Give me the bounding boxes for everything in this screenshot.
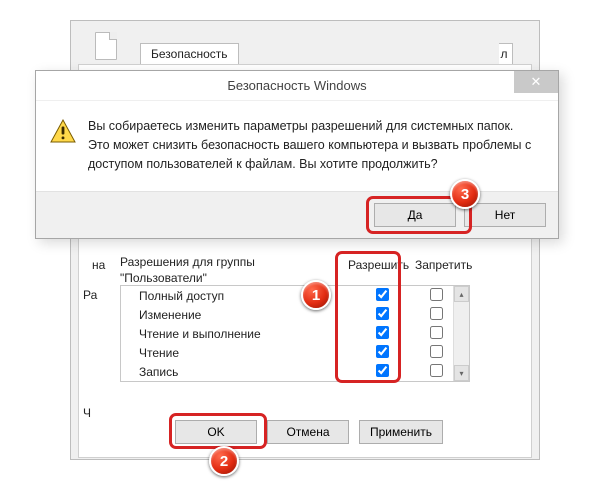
scroll-up-icon[interactable]: ▴ — [454, 286, 469, 302]
truncated-label-na: на — [92, 258, 118, 272]
column-header-allow: Разрешить — [348, 258, 409, 272]
allow-checkbox-read-execute[interactable] — [376, 326, 389, 339]
permission-row: Изменение — [121, 305, 469, 324]
permission-row: Полный доступ — [121, 286, 469, 305]
permissions-group-label: Разрешения для группы "Пользователи" — [120, 254, 310, 286]
deny-checkbox-write[interactable] — [430, 364, 443, 377]
permission-name: Полный доступ — [139, 289, 355, 303]
permissions-list: Полный доступ Изменение Чтение и выполне… — [120, 285, 470, 382]
permission-row: Запись — [121, 362, 469, 381]
ok-button[interactable]: OK — [175, 420, 257, 444]
file-icon — [95, 32, 117, 60]
group-label-line1: Разрешения для группы — [120, 255, 255, 269]
tabstrip: Безопасность л — [140, 40, 513, 64]
modal-actions: Да 3 Нет — [36, 192, 558, 238]
allow-checkbox-full-access[interactable] — [376, 288, 389, 301]
scroll-down-icon[interactable]: ▾ — [454, 365, 469, 381]
modal-body: Вы собираетесь изменить параметры разреш… — [36, 101, 558, 192]
dialog-button-row: OK Отмена Применить — [175, 420, 443, 444]
column-header-deny: Запретить — [415, 258, 472, 272]
modal-titlebar: Безопасность Windows ✕ — [36, 71, 558, 101]
modal-title-text: Безопасность Windows — [227, 78, 366, 93]
warning-icon — [50, 119, 76, 143]
allow-checkbox-write[interactable] — [376, 364, 389, 377]
deny-checkbox-full-access[interactable] — [430, 288, 443, 301]
permission-name: Изменение — [139, 308, 355, 322]
close-icon[interactable]: ✕ — [514, 71, 558, 93]
tab-security[interactable]: Безопасность — [140, 43, 239, 65]
deny-checkbox-modify[interactable] — [430, 307, 443, 320]
modal-message: Вы собираетесь изменить параметры разреш… — [88, 117, 538, 173]
truncated-label-ra: Ра — [83, 288, 117, 302]
deny-checkbox-read-execute[interactable] — [430, 326, 443, 339]
no-button[interactable]: Нет — [464, 203, 546, 227]
tab-partial: л — [499, 43, 513, 65]
yes-button[interactable]: Да — [374, 203, 456, 227]
permissions-scrollbar[interactable]: ▴ ▾ — [453, 286, 469, 381]
confirmation-modal: Безопасность Windows ✕ Вы собираетесь из… — [35, 70, 559, 239]
permission-name: Чтение и выполнение — [139, 327, 355, 341]
truncated-label-ch: Ч — [83, 406, 117, 420]
permission-name: Запись — [139, 365, 355, 379]
cancel-button[interactable]: Отмена — [267, 420, 349, 444]
allow-checkbox-read[interactable] — [376, 345, 389, 358]
group-label-line2: "Пользователи" — [120, 271, 207, 285]
permission-name: Чтение — [139, 346, 355, 360]
permission-row: Чтение — [121, 343, 469, 362]
permission-row: Чтение и выполнение — [121, 324, 469, 343]
apply-button[interactable]: Применить — [359, 420, 443, 444]
deny-checkbox-read[interactable] — [430, 345, 443, 358]
allow-checkbox-modify[interactable] — [376, 307, 389, 320]
